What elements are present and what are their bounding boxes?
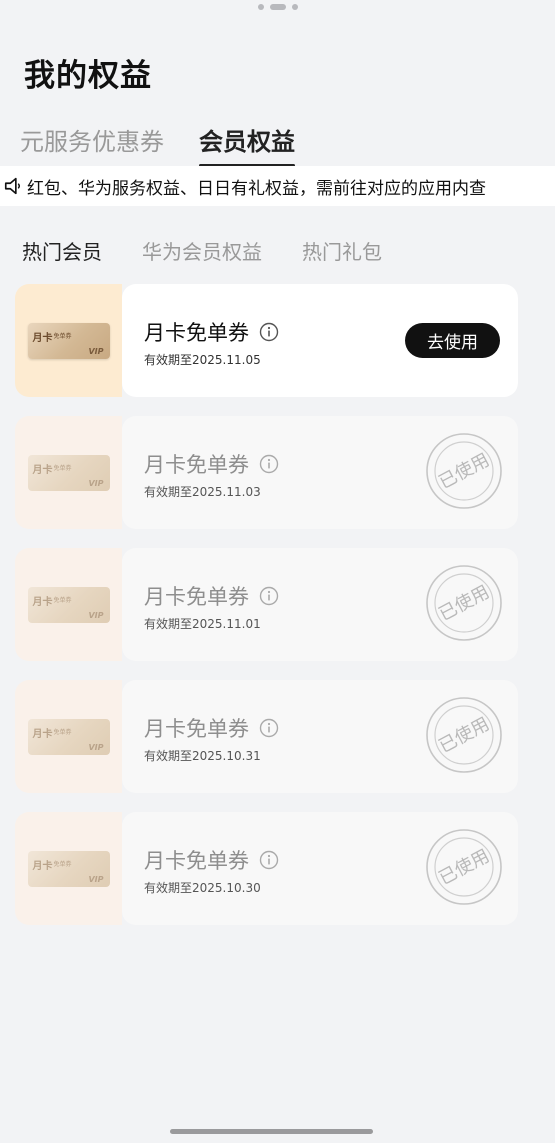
coupon-name: 月卡免单券	[144, 581, 279, 611]
coupon-expiry: 有效期至2025.10.30	[144, 881, 261, 895]
coupon-item[interactable]: 月卡 免单券 VIP 月卡免单券 有效期至2025.10.30 已使用	[15, 812, 518, 925]
vip-card-image: 月卡 免单券 VIP	[27, 850, 110, 887]
used-stamp: 已使用	[426, 565, 502, 641]
card-title: 月卡	[32, 728, 53, 740]
info-icon[interactable]	[259, 718, 279, 738]
coupon-name-text: 月卡免单券	[144, 585, 249, 609]
card-title: 月卡	[32, 860, 53, 872]
use-button[interactable]: 去使用	[405, 323, 500, 358]
coupon-thumbnail: 月卡 免单券 VIP	[15, 548, 122, 661]
card-vip-badge: VIP	[88, 742, 104, 752]
coupon-details: 月卡免单券 有效期至2025.10.30 已使用	[122, 812, 518, 925]
top-drag-handle[interactable]	[0, 3, 555, 11]
handle-dot	[291, 4, 298, 10]
speaker-icon	[4, 177, 21, 195]
coupon-name: 月卡免单券	[144, 449, 279, 479]
handle-dot	[257, 4, 264, 10]
notice-bar[interactable]: 红包、华为服务权益、日日有礼权益，需前往对应的应用内查	[0, 166, 555, 206]
card-vip-badge: VIP	[88, 874, 104, 884]
card-vip-badge: VIP	[88, 478, 104, 488]
card-vip-badge: VIP	[88, 610, 104, 620]
coupon-name-text: 月卡免单券	[144, 453, 249, 477]
info-icon[interactable]	[259, 454, 279, 474]
home-indicator[interactable]	[170, 1129, 373, 1134]
coupon-name-text: 月卡免单券	[144, 849, 249, 873]
handle-pill	[269, 4, 286, 10]
card-vip-badge: VIP	[88, 346, 104, 356]
coupon-item[interactable]: 月卡 免单券 VIP 月卡免单券 有效期至2025.10.31 已使用	[15, 680, 518, 793]
used-stamp: 已使用	[426, 433, 502, 509]
notice-text: 红包、华为服务权益、日日有礼权益，需前往对应的应用内查	[27, 178, 486, 199]
sub-tabs: 热门会员 华为会员权益 热门礼包	[22, 236, 382, 265]
card-title: 月卡	[32, 596, 53, 608]
subtab-hot-members[interactable]: 热门会员	[22, 236, 102, 265]
card-subtitle: 免单券	[53, 332, 72, 340]
coupon-name: 月卡免单券	[144, 845, 279, 875]
vip-card-image: 月卡 免单券 VIP	[27, 586, 110, 623]
used-stamp-text: 已使用	[435, 449, 493, 493]
vip-card-image: 月卡 免单券 VIP	[27, 322, 110, 359]
used-stamp: 已使用	[426, 829, 502, 905]
coupon-item[interactable]: 月卡 免单券 VIP 月卡免单券 有效期至2025.11.01 已使用	[15, 548, 518, 661]
info-icon[interactable]	[259, 850, 279, 870]
coupon-name: 月卡免单券	[144, 713, 279, 743]
page-title: 我的权益	[24, 58, 152, 94]
coupon-expiry: 有效期至2025.11.01	[144, 617, 261, 631]
coupon-details: 月卡免单券 有效期至2025.11.01 已使用	[122, 548, 518, 661]
used-stamp-text: 已使用	[435, 581, 493, 625]
coupon-thumbnail: 月卡 免单券 VIP	[15, 284, 122, 397]
coupon-expiry: 有效期至2025.10.31	[144, 749, 261, 763]
used-stamp-text: 已使用	[435, 845, 493, 889]
coupon-name-text: 月卡免单券	[144, 321, 249, 345]
main-tabs: 元服务优惠券 会员权益	[20, 122, 295, 167]
card-subtitle: 免单券	[53, 596, 72, 604]
coupon-name-text: 月卡免单券	[144, 717, 249, 741]
coupon-expiry: 有效期至2025.11.05	[144, 353, 261, 367]
card-title: 月卡	[32, 464, 53, 476]
info-icon[interactable]	[259, 586, 279, 606]
card-subtitle: 免单券	[53, 728, 72, 736]
tab-member-benefits[interactable]: 会员权益	[199, 122, 295, 167]
used-stamp: 已使用	[426, 697, 502, 773]
coupon-expiry: 有效期至2025.11.03	[144, 485, 261, 499]
vip-card-image: 月卡 免单券 VIP	[27, 454, 110, 491]
coupon-thumbnail: 月卡 免单券 VIP	[15, 416, 122, 529]
coupon-thumbnail: 月卡 免单券 VIP	[15, 680, 122, 793]
card-subtitle: 免单券	[53, 860, 72, 868]
vip-card-image: 月卡 免单券 VIP	[27, 718, 110, 755]
coupon-details: 月卡免单券 有效期至2025.11.03 已使用	[122, 416, 518, 529]
tab-service-coupons[interactable]: 元服务优惠券	[20, 122, 164, 161]
coupon-item[interactable]: 月卡 免单券 VIP 月卡免单券 有效期至2025.11.03 已使用	[15, 416, 518, 529]
card-title: 月卡	[32, 332, 53, 344]
card-subtitle: 免单券	[53, 464, 72, 472]
coupon-item[interactable]: 月卡 免单券 VIP 月卡免单券 有效期至2025.11.05 去使用	[15, 284, 518, 397]
coupon-name: 月卡免单券	[144, 317, 279, 347]
used-stamp-text: 已使用	[435, 713, 493, 757]
coupon-details: 月卡免单券 有效期至2025.11.05 去使用	[122, 284, 518, 397]
info-icon[interactable]	[259, 322, 279, 342]
coupon-list: 月卡 免单券 VIP 月卡免单券 有效期至2025.11.05 去使用 月卡 免…	[15, 284, 518, 944]
coupon-thumbnail: 月卡 免单券 VIP	[15, 812, 122, 925]
subtab-hot-gift-packs[interactable]: 热门礼包	[302, 236, 382, 265]
subtab-huawei-member-benefits[interactable]: 华为会员权益	[142, 236, 262, 265]
coupon-details: 月卡免单券 有效期至2025.10.31 已使用	[122, 680, 518, 793]
